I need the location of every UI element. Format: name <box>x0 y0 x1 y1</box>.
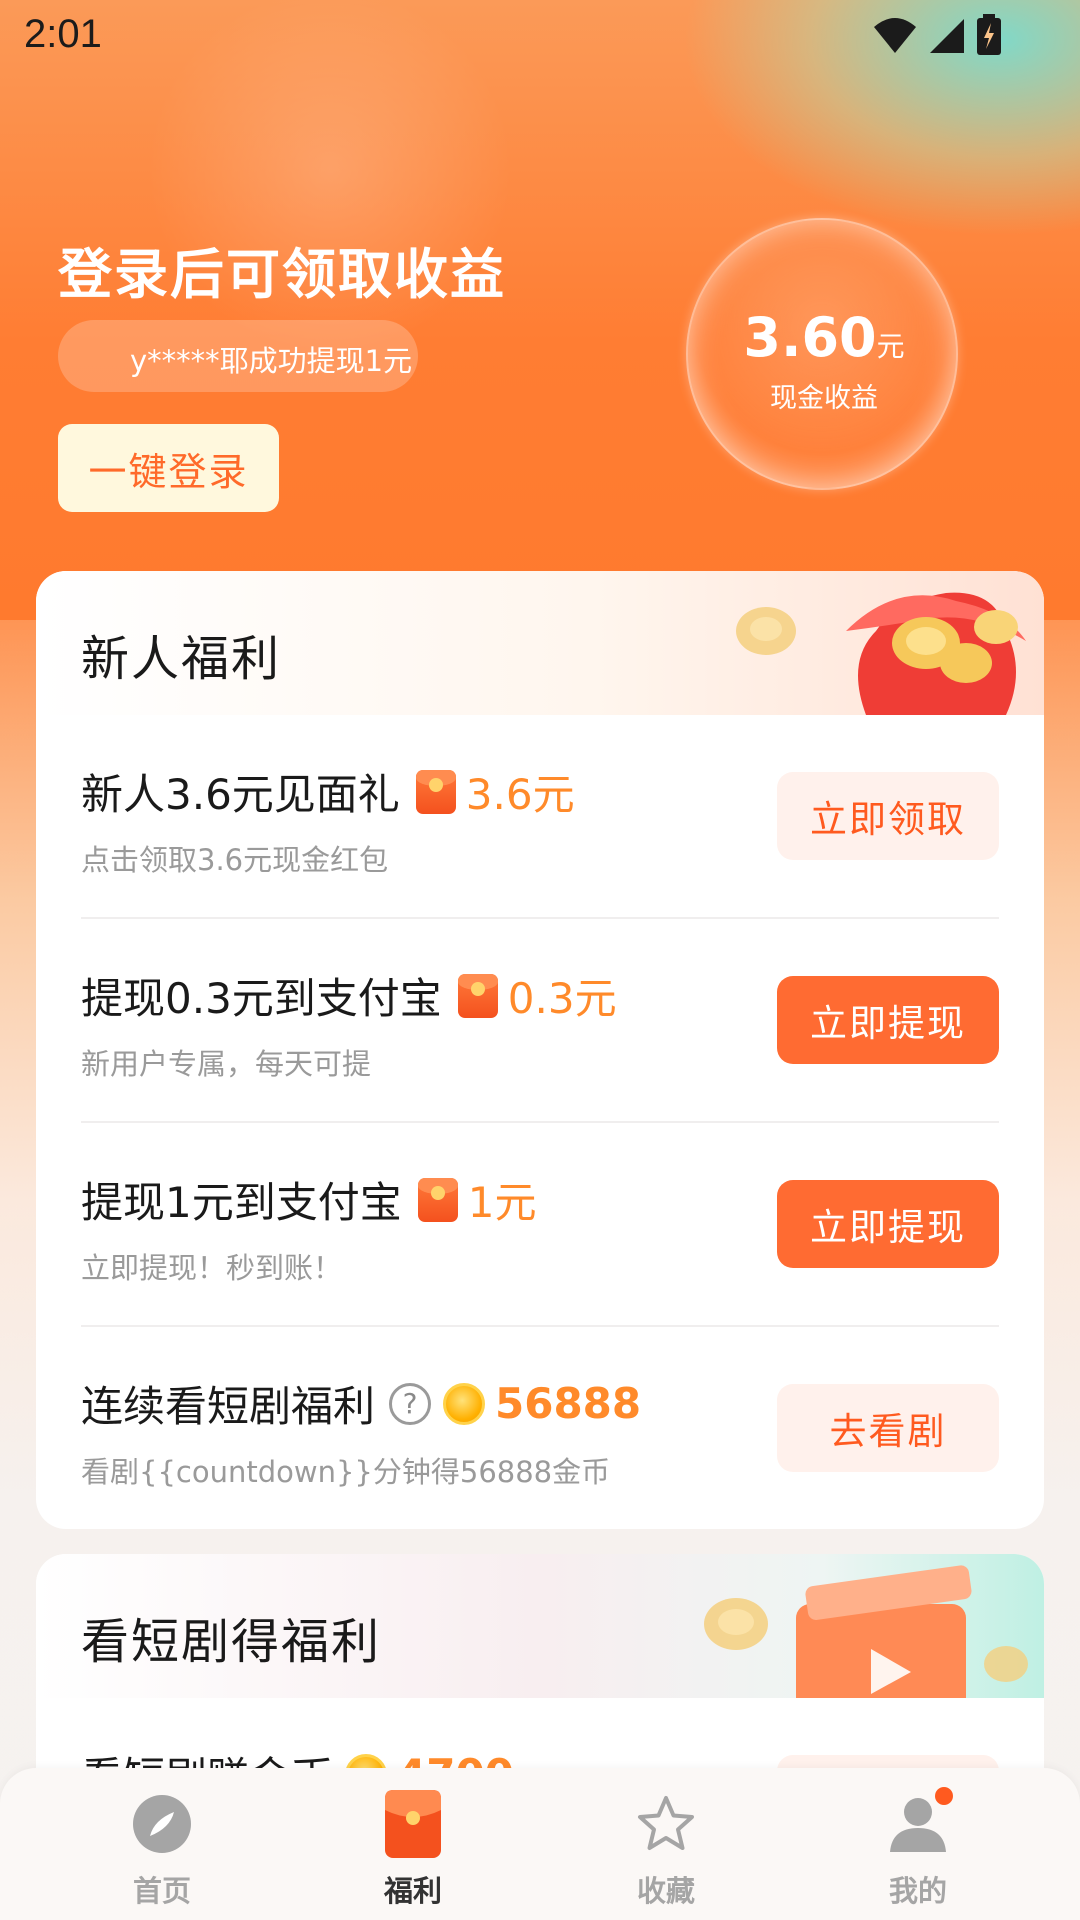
withdraw-ticker: y*****耶成功提现1元 <box>58 320 418 392</box>
withdraw-now-button[interactable]: 立即提现 <box>777 976 999 1064</box>
red-envelope-icon <box>417 1177 458 1222</box>
status-bar: 2:01 <box>0 0 1080 72</box>
red-envelope-icon <box>457 973 498 1018</box>
nav-home[interactable]: 首页 <box>62 1768 262 1920</box>
nav-label: 福利 <box>383 1874 442 1908</box>
list-item: 连续看短剧福利 ? 56888 看剧{{countdown}}分钟得56888金… <box>81 1327 999 1529</box>
notification-badge <box>935 1787 953 1805</box>
card-header: 新人福利 <box>36 571 1044 715</box>
row-amount: 3.6元 <box>465 770 575 819</box>
row-title-text: 新人3.6元见面礼 <box>81 770 400 819</box>
status-icons <box>872 14 1002 56</box>
hero-title: 登录后可领取收益 <box>58 243 506 306</box>
card-title: 新人福利 <box>81 631 282 687</box>
row-title: 提现1元到支付宝 1元 <box>81 1169 536 1230</box>
cash-earnings-bubble[interactable]: 3.60元 现金收益 <box>686 218 958 490</box>
list-item: 提现1元到支付宝 1元 立即提现！秒到账！ 立即提现 <box>81 1123 999 1327</box>
nav-welfare[interactable]: 福利 <box>313 1768 513 1920</box>
row-amount: 0.3元 <box>507 974 617 1023</box>
battery-icon <box>977 14 1001 55</box>
row-subtitle: 新用户专属，每天可提 <box>81 1047 372 1081</box>
row-title: 提现0.3元到支付宝 0.3元 <box>81 965 617 1026</box>
wifi-icon <box>874 18 916 53</box>
row-title-text: 提现1元到支付宝 <box>81 1178 402 1227</box>
nav-label: 首页 <box>132 1874 191 1908</box>
clapperboard-illustration <box>704 1565 1028 1698</box>
nav-mine[interactable]: 我的 <box>818 1768 1018 1920</box>
help-icon[interactable]: ? <box>389 1382 432 1425</box>
bubble-amount: 3.60元 <box>688 306 960 369</box>
bubble-amount-value: 3.60 <box>743 306 877 369</box>
compass-icon <box>133 1795 191 1853</box>
bubble-label: 现金收益 <box>770 383 878 414</box>
ticker-text: y*****耶成功提现1元 <box>130 344 413 378</box>
withdraw-now-button[interactable]: 立即提现 <box>777 1180 999 1268</box>
one-click-login-button[interactable]: 一键登录 <box>58 424 279 512</box>
bubble-amount-unit: 元 <box>876 330 905 363</box>
bottom-nav: 首页 福利 收藏 我的 <box>0 1768 1080 1920</box>
gold-coin-icon <box>443 1382 486 1425</box>
row-subtitle: 立即提现！秒到账！ <box>81 1251 343 1285</box>
login-button-label: 一键登录 <box>88 449 249 494</box>
list-item: 新人3.6元见面礼 3.6元 点击领取3.6元现金红包 立即领取 <box>81 715 999 919</box>
row-title: 连续看短剧福利 ? 56888 <box>81 1373 641 1434</box>
status-time: 2:01 <box>24 12 102 56</box>
star-icon <box>638 1796 694 1850</box>
row-title-text: 提现0.3元到支付宝 <box>81 974 442 1023</box>
nav-favorites[interactable]: 收藏 <box>566 1768 766 1920</box>
red-envelope-icon <box>385 1790 441 1858</box>
money-bag-illustration <box>736 592 1026 715</box>
card-header: 看短剧得福利 <box>36 1554 1044 1698</box>
go-watch-button[interactable]: 去看剧 <box>777 1384 999 1472</box>
newcomer-benefits-card: 新人福利 新人3.6元见面礼 3.6元 点击领取3.6元现金红包 立即领取 提现… <box>36 571 1044 1529</box>
row-subtitle: 看剧{{countdown}}分钟得56888金币 <box>81 1455 611 1489</box>
cell-signal-icon <box>930 19 964 53</box>
claim-now-button[interactable]: 立即领取 <box>777 772 999 860</box>
row-title-text: 连续看短剧福利 <box>81 1382 376 1431</box>
row-amount: 1元 <box>467 1178 537 1227</box>
red-envelope-icon <box>415 769 456 814</box>
list-item: 提现0.3元到支付宝 0.3元 新用户专属，每天可提 立即提现 <box>81 919 999 1123</box>
card-title: 看短剧得福利 <box>81 1614 382 1670</box>
row-amount: 56888 <box>495 1379 642 1428</box>
nav-label: 收藏 <box>636 1874 695 1908</box>
nav-label: 我的 <box>888 1874 947 1908</box>
row-subtitle: 点击领取3.6元现金红包 <box>81 843 389 877</box>
row-title: 新人3.6元见面礼 3.6元 <box>81 761 575 822</box>
